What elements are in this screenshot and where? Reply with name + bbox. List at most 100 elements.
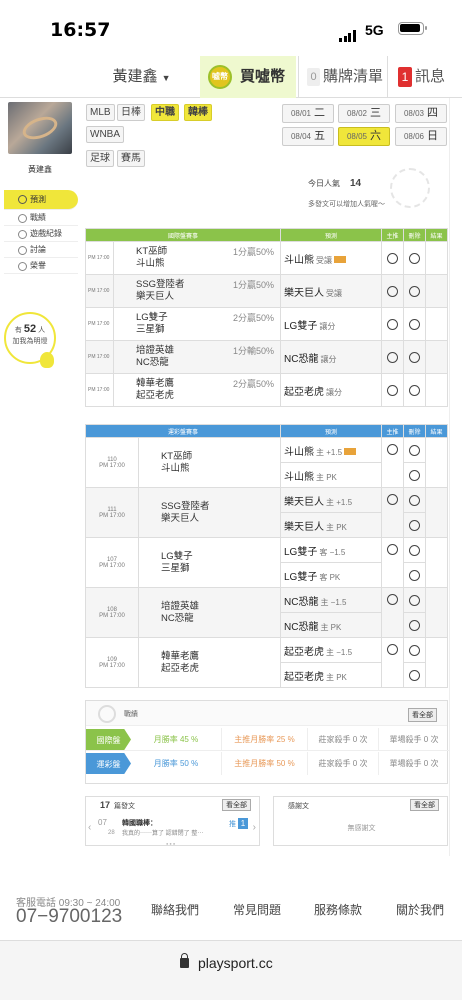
main-pick-radio[interactable] <box>387 318 398 330</box>
pick[interactable]: 起亞老虎主 PK <box>280 662 382 688</box>
delete-radio[interactable] <box>409 669 420 681</box>
sidebar-item-honor[interactable]: 榮譽 <box>4 258 78 274</box>
messages-button[interactable]: 1 訊息 <box>388 56 462 98</box>
user-menu[interactable]: 黃建鑫 ▼ <box>85 56 198 98</box>
delete-radio[interactable] <box>409 318 420 330</box>
pick[interactable]: NC恐龍主 PK <box>280 612 382 638</box>
main-pick-radio[interactable] <box>387 444 398 456</box>
post-snippet: 我真的⋯⋯算了 認錯閉了 整⋯ <box>122 831 204 837</box>
buy-coins-button[interactable]: 噓幣 買噓幣 <box>200 56 296 98</box>
delete-radio[interactable] <box>409 444 420 456</box>
game-time: PM 17:00 <box>85 274 114 308</box>
posts-count: 17 <box>100 800 111 810</box>
main-pick-radio[interactable] <box>387 252 398 264</box>
pick[interactable]: 斗山熊主 PK <box>280 462 382 488</box>
posts-view-all-button[interactable]: 看全部 <box>222 799 251 811</box>
sport-tab-npb[interactable]: 日棒 <box>117 104 145 121</box>
pick[interactable]: 樂天巨人主 PK <box>280 512 382 538</box>
sport-tab-cpbl[interactable]: 中職 <box>151 104 179 121</box>
date-tab[interactable]: 08/06 日 <box>395 127 447 146</box>
pick[interactable]: NC恐龍主 −1.5 <box>280 587 382 613</box>
chevron-right-icon[interactable]: › <box>253 822 256 833</box>
delete-radio[interactable] <box>409 285 420 297</box>
main-monthly-win-rate: 主推月勝率 50 % <box>221 752 307 775</box>
date-tab[interactable]: 08/02 三 <box>338 104 390 123</box>
delete-radio[interactable] <box>409 519 420 531</box>
main-pick-radio[interactable] <box>387 351 398 363</box>
pick-team: 起亞老虎 <box>284 671 324 683</box>
sport-tab-horse[interactable]: 賽馬 <box>117 150 145 167</box>
pick[interactable]: LG雙子客 −1.5 <box>280 537 382 563</box>
main-pick-radio[interactable] <box>387 285 398 297</box>
gear-icon <box>18 195 27 204</box>
messages-label: 訊息 <box>415 68 446 85</box>
sport-tab-kbo[interactable]: 韓棒 <box>184 104 212 121</box>
sidebar-item-discuss[interactable]: 討論 <box>4 242 78 258</box>
date-md: 08/06 <box>403 132 424 141</box>
thanks-view-all-button[interactable]: 看全部 <box>410 799 439 811</box>
game-time: PM 17:00 <box>85 340 114 374</box>
post-title[interactable]: 韓國職棒： <box>122 818 157 828</box>
pick[interactable]: 樂天巨人 受讓 <box>280 274 382 308</box>
record-title: 戰績 <box>124 711 138 718</box>
line: 1分輸50% <box>232 346 274 356</box>
date-tab[interactable]: 08/03 四 <box>395 104 447 123</box>
sport-tab-wnba[interactable]: WNBA <box>86 126 124 143</box>
pick-type: 主 PK <box>316 472 337 482</box>
pick[interactable]: LG雙子 讓分 <box>280 307 382 341</box>
pick-team: 起亞老虎 <box>284 386 324 398</box>
delete-radio[interactable] <box>409 594 420 606</box>
chevron-left-icon[interactable]: ‹ <box>88 822 91 833</box>
intl-predictions-table: 國際盤賽事 預測 主推 刪除 結果 PM 17:00 KT巫師 1分贏50% 斗山熊… <box>85 228 448 407</box>
col-header: 預測 <box>280 228 382 242</box>
delete-radio[interactable] <box>409 252 420 264</box>
footer-link-faq[interactable]: 常見問題 <box>233 901 281 918</box>
avatar[interactable] <box>8 102 72 154</box>
sidebar-item-history[interactable]: 遊戲紀錄 <box>4 226 78 242</box>
pick[interactable]: 起亞老虎 讓分 <box>280 373 382 407</box>
footer-link-contact[interactable]: 聯絡我們 <box>151 901 199 918</box>
delete-radio[interactable] <box>409 351 420 363</box>
chat-icon <box>18 214 27 223</box>
cart-button[interactable]: 0 購牌清單 <box>298 56 388 98</box>
sidebar-item-predict[interactable]: 預測 <box>4 190 78 210</box>
date-tab[interactable]: 08/04 五 <box>282 127 334 146</box>
date-tab[interactable]: 08/01 二 <box>282 104 334 123</box>
main-pick-radio[interactable] <box>387 494 398 506</box>
delete-radio[interactable] <box>409 644 420 656</box>
footer-link-terms[interactable]: 服務條款 <box>314 901 362 918</box>
record-view-all-button[interactable]: 看全部 <box>408 708 437 722</box>
date-tab-active[interactable]: 08/05 六 <box>338 127 390 146</box>
main-pick-radio[interactable] <box>387 644 398 656</box>
col-header: 預測 <box>280 424 382 438</box>
pick[interactable]: 樂天巨人主 +1.5 <box>280 487 382 513</box>
phone-number[interactable]: 07−9700123 <box>16 906 122 928</box>
sport-tab-mlb[interactable]: MLB <box>86 104 115 121</box>
pick[interactable]: LG雙子客 PK <box>280 562 382 588</box>
delete-radio[interactable] <box>409 469 420 481</box>
pick[interactable]: NC恐龍 讓分 <box>280 340 382 374</box>
pick[interactable]: 斗山熊主 +1.5 <box>280 437 382 463</box>
footer-link-about[interactable]: 關於我們 <box>396 901 444 918</box>
main-pick-radio[interactable] <box>387 594 398 606</box>
table-row: PM 17:00 KT巫師 1分贏50% 斗山熊 斗山熊 受讓 <box>85 241 448 275</box>
pick[interactable]: 起亞老虎主 −1.5 <box>280 637 382 663</box>
main-pick-radio[interactable] <box>387 544 398 556</box>
delete-radio[interactable] <box>409 384 420 396</box>
buy-coins-label: 買噓幣 <box>240 68 286 85</box>
sidebar-item-record[interactable]: 戰績 <box>4 210 78 226</box>
main-pick-radio[interactable] <box>387 384 398 396</box>
popularity-value: 14 <box>350 178 362 189</box>
posts-panel: 17 篇發文 看全部 ‹ 07 28 韓國職棒： 我真的⋯⋯算了 認錯閉了 整⋯ … <box>85 796 260 846</box>
home-team: 斗山熊 <box>160 462 190 474</box>
delete-radio[interactable] <box>409 544 420 556</box>
browser-url-bar[interactable]: playsport.cc <box>0 940 462 1000</box>
delete-radio[interactable] <box>409 569 420 581</box>
sport-tab-soccer[interactable]: 足球 <box>86 150 114 167</box>
line: 1分贏50% <box>232 280 274 290</box>
delete-radio[interactable] <box>409 494 420 506</box>
table-row: 110 PM 17:00 KT巫師 斗山熊 斗山熊主 +1.5 <box>85 437 448 488</box>
delete-radio[interactable] <box>409 619 420 631</box>
pick[interactable]: 斗山熊 受讓 <box>280 241 382 275</box>
pager-dots: ●●● <box>166 841 177 846</box>
